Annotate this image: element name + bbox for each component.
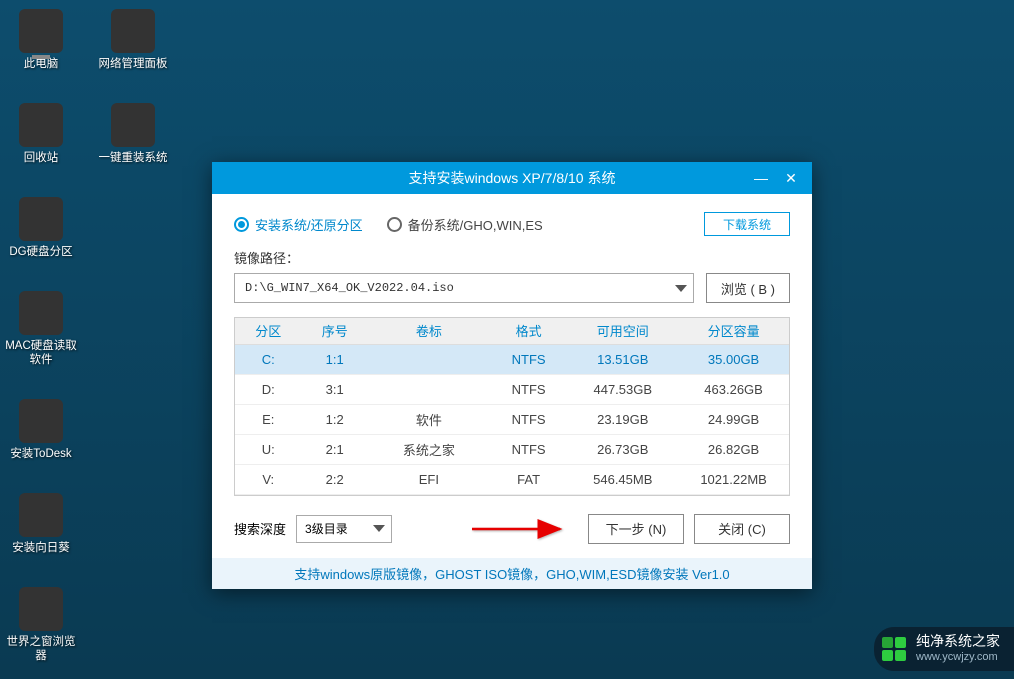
table-cell: 1:2 (301, 404, 367, 434)
th-format: 格式 (490, 318, 568, 344)
table-cell: EFI (368, 464, 490, 494)
label: 安装向日葵 (2, 541, 80, 555)
desktop-icon-sunflower[interactable]: 安装向日葵 (5, 489, 77, 559)
table-cell: FAT (490, 464, 568, 494)
radio-unchecked-icon (387, 217, 402, 232)
close-icon[interactable]: ✕ (780, 167, 802, 189)
table-row[interactable]: V:2:2EFIFAT546.45MB1021.22MB (235, 464, 789, 494)
th-index: 序号 (301, 318, 367, 344)
desktop-icon-todesk[interactable]: 安装ToDesk (5, 395, 77, 465)
browse-button[interactable]: 浏览 ( B ) (706, 273, 790, 303)
table-cell: 26.73GB (567, 434, 678, 464)
table-cell: 1:1 (301, 344, 367, 374)
download-system-button[interactable]: 下载系统 (704, 212, 790, 236)
watermark: 纯净系统之家 www.ycwjzy.com (874, 627, 1014, 671)
watermark-url: www.ycwjzy.com (916, 649, 1000, 665)
table-row[interactable]: C:1:1 NTFS13.51GB35.00GB (235, 344, 789, 374)
partition-table: 分区 序号 卷标 格式 可用空间 分区容量 C:1:1NTFS13.51GB35… (235, 318, 789, 495)
table-cell: E: (235, 404, 301, 434)
dialog-titlebar[interactable]: 支持安装windows XP/7/8/10 系统 — ✕ (212, 162, 812, 194)
label: 一键重装系统 (94, 151, 172, 165)
table-cell: U: (235, 434, 301, 464)
table-row[interactable]: U:2:1系统之家NTFS26.73GB26.82GB (235, 434, 789, 464)
table-cell (368, 344, 490, 374)
table-cell: D: (235, 374, 301, 404)
install-dialog: 支持安装windows XP/7/8/10 系统 — ✕ 安装系统/还原分区 备… (212, 162, 812, 589)
table-cell: NTFS (490, 404, 568, 434)
table-cell: 23.19GB (567, 404, 678, 434)
chevron-down-icon (675, 285, 687, 292)
desktop-icon-this-pc[interactable]: 此电脑 (5, 5, 77, 75)
table-row[interactable]: E:1:2软件NTFS23.19GB24.99GB (235, 404, 789, 434)
desktop-icon-network-panel[interactable]: 网络管理面板 (97, 5, 169, 75)
radio-checked-icon (234, 217, 249, 232)
table-cell: 447.53GB (567, 374, 678, 404)
table-cell: NTFS (490, 344, 568, 374)
th-label: 卷标 (368, 318, 490, 344)
label: 网络管理面板 (94, 57, 172, 71)
image-path-value: D:\G_WIN7_X64_OK_V2022.04.iso (245, 281, 454, 295)
table-cell: NTFS (490, 374, 568, 404)
table-cell: 2:2 (301, 464, 367, 494)
radio-backup[interactable]: 备份系统/GHO,WIN,ES (387, 215, 543, 234)
next-button[interactable]: 下一步 (N) (588, 514, 684, 544)
image-path-combobox[interactable]: D:\G_WIN7_X64_OK_V2022.04.iso (234, 273, 694, 303)
desktop-icon-dg-partition[interactable]: DG硬盘分区 (5, 193, 77, 263)
table-cell: 13.51GB (567, 344, 678, 374)
label: 回收站 (2, 151, 80, 165)
radio-label: 安装系统/还原分区 (255, 215, 363, 234)
table-cell: 24.99GB (678, 404, 789, 434)
table-cell: 1021.22MB (678, 464, 789, 494)
table-cell: 546.45MB (567, 464, 678, 494)
radio-install-restore[interactable]: 安装系统/还原分区 (234, 215, 363, 234)
table-cell: 3:1 (301, 374, 367, 404)
minimize-button[interactable]: — (750, 167, 772, 189)
table-cell: C: (235, 344, 301, 374)
label: 安装ToDesk (2, 447, 80, 461)
table-row[interactable]: D:3:1 NTFS447.53GB463.26GB (235, 374, 789, 404)
label: 此电脑 (2, 57, 80, 71)
search-depth-select[interactable]: 3级目录 (296, 515, 392, 543)
image-path-label: 镜像路径： (234, 248, 790, 267)
footer-note: 支持windows原版镜像，GHOST ISO镜像，GHO,WIM,ESD镜像安… (212, 558, 812, 589)
table-cell: 2:1 (301, 434, 367, 464)
desktop-icon-world-browser[interactable]: 世界之窗浏览器 (5, 583, 77, 667)
th-free: 可用空间 (567, 318, 678, 344)
search-depth-label: 搜索深度 (234, 519, 286, 538)
watermark-logo-icon (882, 637, 906, 661)
arrow-annotation (402, 519, 578, 539)
table-cell: 软件 (368, 404, 490, 434)
table-cell: V: (235, 464, 301, 494)
desktop-icon-one-click-install[interactable]: 一键重装系统 (97, 99, 169, 169)
table-cell: 系统之家 (368, 434, 490, 464)
label: 世界之窗浏览器 (2, 635, 80, 663)
desktop-icon-mac-reader[interactable]: MAC硬盘读取软件 (5, 287, 77, 371)
radio-label: 备份系统/GHO,WIN,ES (408, 215, 543, 234)
table-cell: NTFS (490, 434, 568, 464)
table-cell: 35.00GB (678, 344, 789, 374)
dialog-title: 支持安装windows XP/7/8/10 系统 (409, 168, 616, 188)
th-capacity: 分区容量 (678, 318, 789, 344)
table-cell: 463.26GB (678, 374, 789, 404)
th-partition: 分区 (235, 318, 301, 344)
desktop-icon-recycle-bin[interactable]: 回收站 (5, 99, 77, 169)
table-cell: 26.82GB (678, 434, 789, 464)
label: DG硬盘分区 (2, 245, 80, 259)
close-button[interactable]: 关闭 (C) (694, 514, 790, 544)
chevron-down-icon (373, 525, 385, 532)
label: MAC硬盘读取软件 (2, 339, 80, 367)
watermark-title: 纯净系统之家 (916, 633, 1000, 649)
table-cell (368, 374, 490, 404)
